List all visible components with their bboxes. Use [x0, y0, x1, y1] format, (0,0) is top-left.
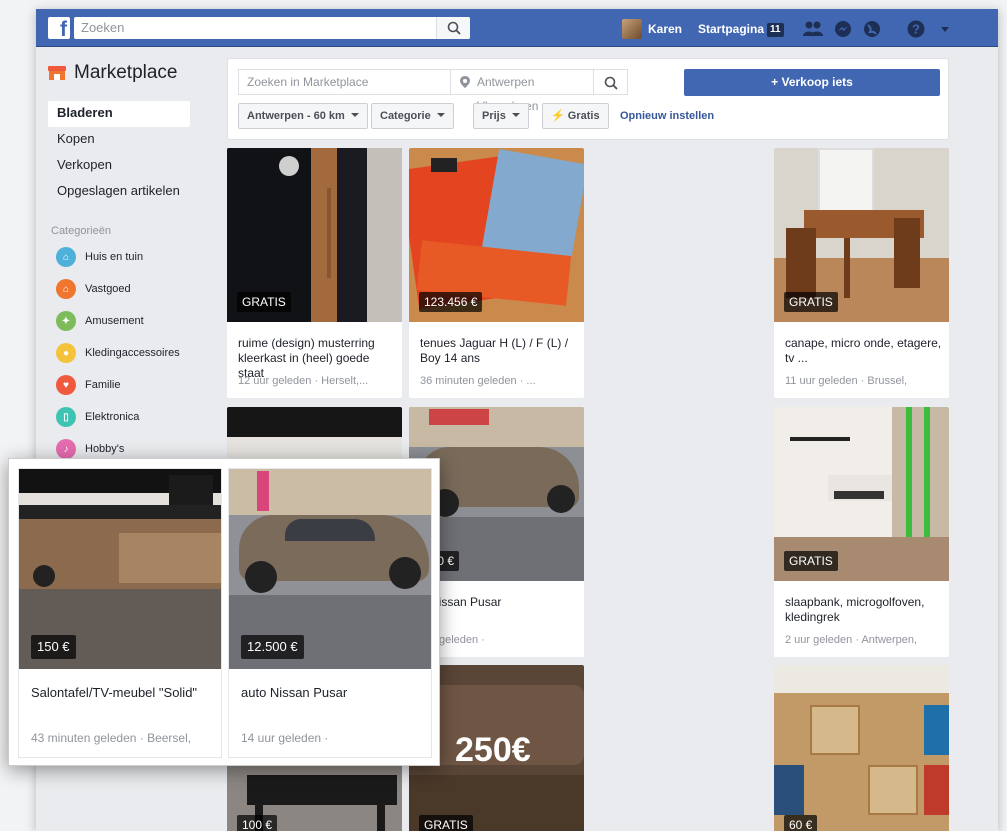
chevron-down-icon — [511, 113, 520, 117]
friends-icon[interactable] — [802, 19, 823, 39]
listing-meta: 12 uur geleden · Herselt,... — [238, 375, 369, 387]
listing-card[interactable]: 123.456 € tenues Jaguar H (L) / F (L) / … — [409, 148, 584, 398]
category-family[interactable]: ♥ Familie — [48, 369, 218, 401]
chevron-down-icon — [436, 113, 445, 117]
sell-something-button[interactable]: + Verkoop iets — [684, 69, 940, 96]
categories-heading: Categorieën — [51, 225, 111, 237]
marketplace-search-input[interactable]: Zoeken in Marketplace — [238, 69, 450, 95]
location-pin-icon — [460, 76, 470, 88]
listing-price: 150 € — [31, 635, 76, 659]
globe-icon[interactable] — [862, 19, 882, 39]
listing-meta: 2 uur geleden · Antwerpen, — [785, 634, 918, 646]
chevron-down-icon — [350, 113, 359, 117]
category-entertainment[interactable]: ✦ Amusement — [48, 305, 218, 337]
nav-saved[interactable]: Opgeslagen artikelen — [48, 179, 218, 205]
category-home-garden[interactable]: ⌂ Huis en tuin — [48, 241, 218, 273]
listing-card[interactable]: GRATIS canape, micro onde, etagere, tv .… — [774, 148, 949, 398]
listing-photo-tv-stand: 150 € — [19, 469, 221, 669]
nav-browse[interactable]: Bladeren — [48, 101, 190, 127]
reset-filters-link[interactable]: Opnieuw instellen — [620, 103, 714, 129]
listing-meta: 36 minuten geleden · ... — [420, 375, 536, 387]
home-badge: 11 — [767, 23, 784, 37]
ticket-icon: ✦ — [56, 311, 76, 331]
listing-card-zoomed[interactable]: 150 € Salontafel/TV-meubel "Solid" 43 mi… — [19, 469, 221, 757]
search-button[interactable] — [436, 17, 470, 39]
bag-icon: ● — [56, 343, 76, 363]
free-filter-button[interactable]: ⚡ Gratis — [542, 103, 609, 129]
category-electronics[interactable]: ▯ Elektronica — [48, 401, 218, 433]
listing-meta: uur geleden · — [420, 634, 485, 646]
nav-sell[interactable]: Verkopen — [48, 153, 218, 179]
listing-price: GRATIS — [784, 292, 838, 312]
listing-photo-wardrobe: GRATIS — [227, 148, 402, 322]
listing-title: Salontafel/TV-meubel "Solid" — [31, 685, 198, 700]
search-icon — [604, 76, 618, 90]
dropdown-icon[interactable] — [939, 19, 959, 39]
left-sidebar: Marketplace Bladeren Kopen Verkopen Opge… — [48, 61, 218, 465]
location-radius-dropdown[interactable]: Antwerpen - 60 km — [238, 103, 368, 129]
listing-card-zoomed[interactable]: 12.500 € auto Nissan Pusar 14 uur gelede… — [229, 469, 431, 757]
listing-photo-cube-shelf: 60 € — [774, 665, 949, 831]
listing-title: o Nissan Pusar — [420, 595, 502, 609]
location-input[interactable]: Antwerpen Vlaanderen — [450, 69, 594, 113]
listing-price: 60 € — [784, 815, 818, 831]
listing-card[interactable]: 60 € — [774, 665, 949, 831]
nav-buy[interactable]: Kopen — [48, 127, 218, 153]
building-icon: ⌂ — [56, 279, 76, 299]
search-icon — [447, 21, 461, 35]
profile-link[interactable]: Karen — [622, 19, 682, 39]
listing-title: canape, micro onde, etagere, tv ... — [785, 336, 942, 365]
zoomed-listings-callout: 150 € Salontafel/TV-meubel "Solid" 43 mi… — [8, 458, 440, 766]
filter-panel: Zoeken in Marketplace Antwerpen Vlaander… — [227, 58, 949, 140]
listing-price: 12.500 € — [241, 635, 304, 659]
help-icon[interactable]: ? — [906, 19, 926, 39]
listing-price: GRATIS — [419, 815, 473, 831]
listing-meta: 14 uur geleden · — [241, 731, 329, 745]
listing-title: tenues Jaguar H (L) / F (L) / Boy 14 ans — [420, 336, 569, 365]
messenger-icon[interactable] — [833, 19, 853, 39]
phone-icon: ▯ — [56, 407, 76, 427]
location-search-button[interactable] — [594, 69, 628, 95]
listing-photo-sofa-bed: GRATIS — [774, 407, 949, 581]
marketplace-store-icon — [48, 66, 66, 80]
listing-photo-car: 12.500 € — [229, 469, 431, 669]
listing-price: GRATIS — [784, 551, 838, 571]
marketplace-title[interactable]: Marketplace — [48, 61, 218, 87]
global-search-input[interactable]: Zoeken — [74, 17, 470, 39]
category-real-estate[interactable]: ⌂ Vastgoed — [48, 273, 218, 305]
guitar-icon: ♪ — [56, 439, 76, 459]
category-dropdown[interactable]: Categorie — [371, 103, 454, 129]
listing-photo-dining-table: GRATIS — [774, 148, 949, 322]
listing-card[interactable]: GRATIS slaapbank, microgolfoven, kleding… — [774, 407, 949, 657]
profile-name: Karen — [648, 22, 683, 36]
category-list: ⌂ Huis en tuin ⌂ Vastgoed ✦ Amusement ● Kled… — [48, 241, 218, 465]
listing-price: GRATIS — [237, 292, 291, 312]
facebook-logo[interactable]: f — [48, 17, 70, 39]
marketplace-nav: Bladeren Kopen Verkopen Opgeslagen artik… — [48, 101, 218, 205]
listing-title: slaapbank, microgolfoven, kledingrek — [785, 595, 925, 624]
price-dropdown[interactable]: Prijs — [473, 103, 529, 129]
overlay-price-text: 250€ — [455, 731, 531, 769]
listing-price: 100 € — [237, 815, 278, 831]
listing-photo-jerseys: 123.456 € — [409, 148, 584, 322]
home-label: Startpagina — [698, 22, 765, 36]
listing-meta: 43 minuten geleden · Beersel, — [31, 731, 192, 745]
heart-icon: ♥ — [56, 375, 76, 395]
listing-card[interactable]: GRATIS ruime (design) musterring kleerka… — [227, 148, 402, 398]
category-clothing[interactable]: ● Kledingaccessoires — [48, 337, 218, 369]
listing-meta: 11 uur geleden · Brussel, — [785, 375, 908, 387]
listing-price: 123.456 € — [419, 292, 483, 312]
lightning-icon: ⚡ — [551, 110, 565, 122]
home-link[interactable]: Startpagina 11 — [698, 19, 784, 39]
avatar — [622, 19, 642, 39]
house-icon: ⌂ — [56, 247, 76, 267]
svg-text:?: ? — [912, 22, 920, 37]
top-navigation-bar: f Zoeken Karen Startpagina 11 ? — [36, 9, 998, 47]
listing-title: auto Nissan Pusar — [241, 685, 348, 700]
